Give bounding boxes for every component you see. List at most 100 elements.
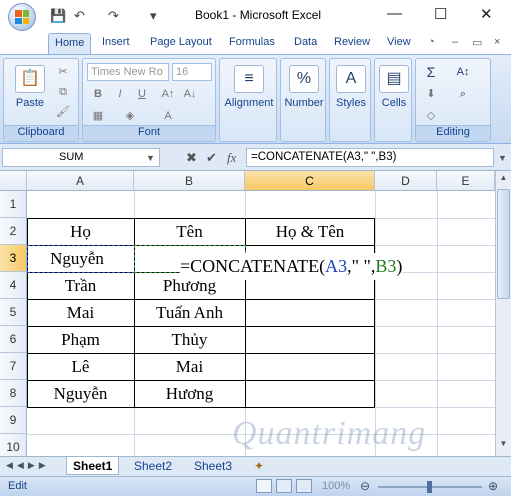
format-painter-icon[interactable]: 🖌 (54, 103, 72, 121)
maximize-icon[interactable]: ☐ (434, 5, 447, 23)
zoom-in-icon[interactable]: ⊕ (488, 479, 498, 493)
row-header-4[interactable]: 4 (0, 272, 27, 299)
row-header-1[interactable]: 1 (0, 191, 27, 218)
scroll-up-icon[interactable]: ▲ (498, 173, 509, 186)
office-button[interactable] (8, 3, 36, 31)
bold-button[interactable]: B (89, 85, 107, 103)
cell-c2[interactable]: Họ & Tên (245, 218, 375, 245)
vertical-scrollbar[interactable]: ▲ ▼ (495, 171, 511, 456)
tab-page-layout[interactable]: Page Layout (150, 36, 212, 48)
ribbon-restore-icon[interactable]: ▭ (472, 36, 482, 49)
sort-filter-icon[interactable]: A↕ (454, 63, 472, 81)
cell-b2[interactable]: Tên (134, 218, 245, 245)
cell-c3-editor[interactable]: =CONCATENATE(A3," ",B3) (180, 253, 403, 280)
name-box-dropdown-icon[interactable]: ▼ (146, 153, 155, 163)
styles-button[interactable]: A Styles (330, 65, 372, 109)
column-header-d[interactable]: D (375, 171, 437, 191)
worksheet-grid[interactable]: A B C D E 1 2 3 4 5 6 7 8 9 10 Họ Tên Họ… (0, 171, 495, 456)
column-header-b[interactable]: B (134, 171, 245, 191)
customize-quick-access-icon[interactable]: ▾ (150, 8, 157, 24)
sheet-nav-icon[interactable]: ◀◀▶▶ (6, 460, 50, 471)
cancel-icon[interactable]: ✖ (186, 150, 197, 166)
alignment-button[interactable]: ≡ Alignment (222, 65, 276, 109)
number-button[interactable]: % Number (281, 65, 327, 109)
minimize-icon[interactable]: — (387, 5, 402, 22)
cells-button[interactable]: ▤ Cells (375, 65, 413, 109)
shrink-font-icon[interactable]: A↓ (181, 85, 199, 103)
cut-icon[interactable]: ✂ (54, 63, 72, 81)
close-icon[interactable]: ✕ (480, 5, 493, 23)
expand-formula-bar-icon[interactable]: ▼ (498, 153, 507, 163)
tab-home[interactable]: Home (48, 33, 92, 55)
undo-icon[interactable]: ↶ (74, 8, 85, 24)
formula-input[interactable]: =CONCATENATE(A3," ",B3) (246, 148, 494, 167)
tab-view[interactable]: View (387, 36, 411, 48)
cell-a7[interactable]: Lê (27, 353, 134, 380)
find-select-icon[interactable]: ⌕ (454, 85, 472, 103)
row-header-10[interactable]: 10 (0, 434, 27, 456)
font-color-icon[interactable]: A (159, 107, 177, 125)
enter-icon[interactable]: ✔ (206, 150, 217, 166)
cell-a5[interactable]: Mai (27, 299, 134, 326)
ribbon-minimize-icon[interactable]: – (452, 36, 458, 48)
cell-b7[interactable]: Mai (134, 353, 245, 380)
styles-icon: A (336, 65, 366, 93)
scroll-thumb[interactable] (497, 189, 510, 299)
workbook-close-icon[interactable]: × (494, 36, 500, 48)
clear-icon[interactable]: ◇ (422, 107, 440, 125)
grow-font-icon[interactable]: A↑ (159, 85, 177, 103)
insert-function-icon[interactable]: fx (227, 150, 236, 166)
tab-review[interactable]: Review (334, 36, 370, 48)
cell-a4[interactable]: Trần (27, 272, 134, 299)
page-break-view-icon[interactable] (296, 479, 312, 493)
column-header-c[interactable]: C (245, 171, 375, 191)
paste-button[interactable]: 📋 Paste (10, 65, 50, 109)
sheet-tab-1[interactable]: Sheet1 (66, 457, 120, 475)
row-header-2[interactable]: 2 (0, 218, 27, 245)
cell-b5[interactable]: Tuấn Anh (134, 299, 245, 326)
help-icon[interactable]: ◔ (428, 36, 435, 48)
fill-icon[interactable]: ⬇ (422, 85, 440, 103)
normal-view-icon[interactable] (256, 479, 272, 493)
cell-a6[interactable]: Phạm (27, 326, 134, 353)
row-header-9[interactable]: 9 (0, 407, 27, 434)
cell-a3[interactable]: Nguyễn (27, 245, 127, 272)
edit-mid: ," ", (347, 256, 376, 276)
row-header-6[interactable]: 6 (0, 326, 27, 353)
insert-sheet-icon[interactable]: ✦ (254, 459, 264, 473)
font-group: Times New Ro 16 B I U A↑ A↓ ▦ ◈ A Font (82, 58, 216, 142)
fill-color-icon[interactable]: ◈ (121, 107, 139, 125)
zoom-level[interactable]: 100% (322, 480, 350, 492)
scroll-down-icon[interactable]: ▼ (498, 439, 509, 452)
zoom-slider-thumb[interactable] (427, 481, 432, 493)
font-name-select[interactable]: Times New Ro (87, 63, 169, 81)
cell-b8[interactable]: Hương (134, 380, 245, 407)
row-header-8[interactable]: 8 (0, 380, 27, 407)
cell-a2[interactable]: Họ (27, 218, 134, 245)
underline-button[interactable]: U (133, 85, 151, 103)
italic-button[interactable]: I (111, 85, 129, 103)
save-icon[interactable]: 💾 (50, 8, 66, 24)
cell-b6[interactable]: Thủy (134, 326, 245, 353)
row-header-3[interactable]: 3 (0, 245, 27, 272)
edit-ref-a3: A3 (325, 256, 348, 276)
name-box[interactable]: SUM (2, 148, 160, 167)
sheet-tab-2[interactable]: Sheet2 (128, 457, 178, 475)
tab-insert[interactable]: Insert (102, 36, 130, 48)
page-layout-view-icon[interactable] (276, 479, 292, 493)
copy-icon[interactable]: ⧉ (54, 83, 72, 101)
zoom-out-icon[interactable]: ⊖ (360, 479, 370, 493)
cell-a8[interactable]: Nguyễn (27, 380, 134, 407)
borders-icon[interactable]: ▦ (89, 107, 107, 125)
row-header-7[interactable]: 7 (0, 353, 27, 380)
row-header-5[interactable]: 5 (0, 299, 27, 326)
select-all-corner[interactable] (0, 171, 27, 191)
column-header-e[interactable]: E (437, 171, 495, 191)
sheet-tab-3[interactable]: Sheet3 (188, 457, 238, 475)
redo-icon[interactable]: ↷ (108, 8, 119, 24)
column-header-a[interactable]: A (27, 171, 134, 191)
tab-data[interactable]: Data (294, 36, 317, 48)
font-size-select[interactable]: 16 (172, 63, 212, 81)
autosum-icon[interactable]: Σ (422, 63, 440, 81)
tab-formulas[interactable]: Formulas (229, 36, 275, 48)
